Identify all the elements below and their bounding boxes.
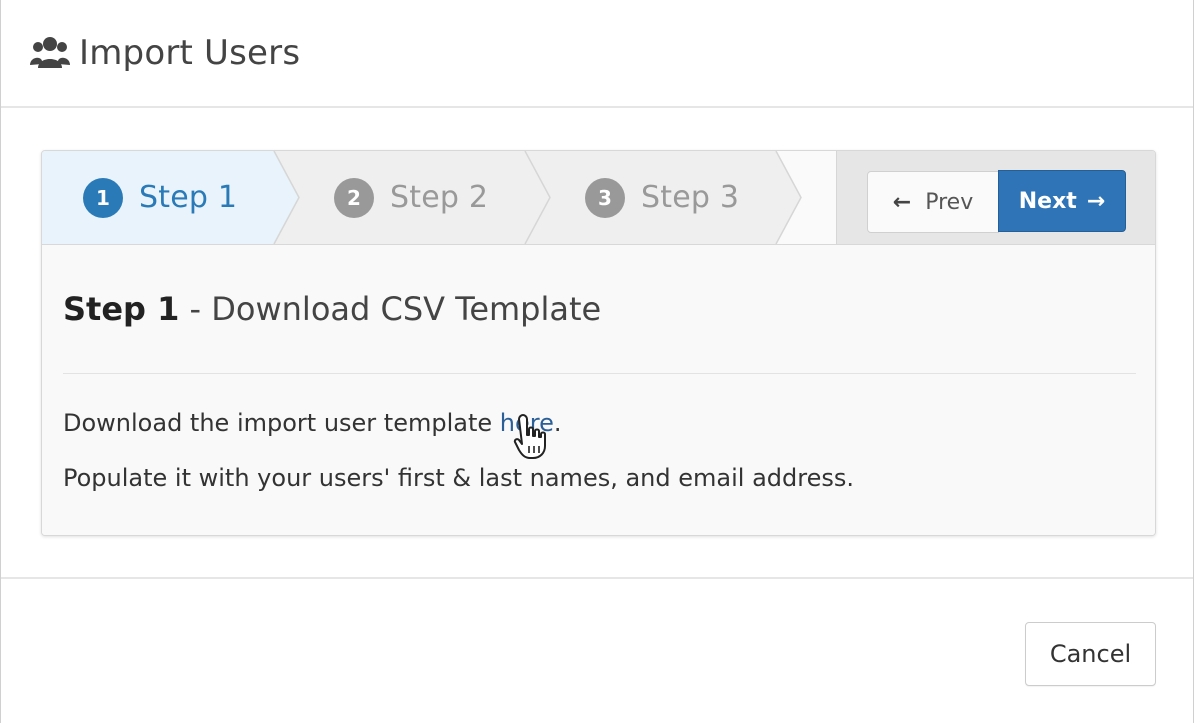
step-2-label: Step 2 xyxy=(390,180,489,215)
step-heading: Step 1 - Download CSV Template xyxy=(63,289,601,329)
prev-button[interactable]: ← Prev xyxy=(867,171,999,233)
modal-footer: Cancel xyxy=(1,577,1193,723)
import-wizard: 1 Step 1 2 Step 2 3 Step 3 ← Prev Next → xyxy=(41,150,1156,536)
prev-button-label: Prev xyxy=(925,189,974,215)
step-heading-strong: Step 1 xyxy=(63,290,180,328)
download-text: Download the import user template xyxy=(63,409,500,437)
populate-instruction: Populate it with your users' first & las… xyxy=(63,464,854,492)
import-users-modal: Import Users 1 Step 1 2 Step 2 3 Step 3 … xyxy=(0,0,1194,723)
step-1-label: Step 1 xyxy=(139,180,238,215)
arrow-right-icon: → xyxy=(1086,188,1106,214)
download-instruction: Download the import user template here. xyxy=(63,409,562,437)
wizard-step-1[interactable]: 1 Step 1 xyxy=(83,151,237,244)
wizard-step-2[interactable]: 2 Step 2 xyxy=(334,151,488,244)
step-2-badge: 2 xyxy=(334,177,374,218)
next-button[interactable]: Next → xyxy=(998,170,1126,232)
wizard-step-3[interactable]: 3 Step 3 xyxy=(585,151,739,244)
content-divider xyxy=(63,373,1136,374)
next-button-label: Next xyxy=(1018,188,1077,214)
arrow-left-icon: ← xyxy=(892,189,912,215)
download-text-end: . xyxy=(553,409,562,437)
cancel-button[interactable]: Cancel xyxy=(1025,622,1156,686)
wizard-body: Step 1 - Download CSV Template Download … xyxy=(42,245,1155,535)
step-3-label: Step 3 xyxy=(641,180,740,215)
steps-bar: 1 Step 1 2 Step 2 3 Step 3 ← Prev Next → xyxy=(42,151,1155,245)
modal-title: Import Users xyxy=(79,33,301,73)
step-1-badge: 1 xyxy=(83,177,123,218)
step-heading-rest: - Download CSV Template xyxy=(179,290,602,328)
modal-header: Import Users xyxy=(1,0,1193,108)
template-download-link[interactable]: here xyxy=(500,409,554,437)
users-icon xyxy=(30,37,70,68)
step-3-badge: 3 xyxy=(585,177,625,218)
wizard-actions: ← Prev Next → xyxy=(837,151,1155,244)
